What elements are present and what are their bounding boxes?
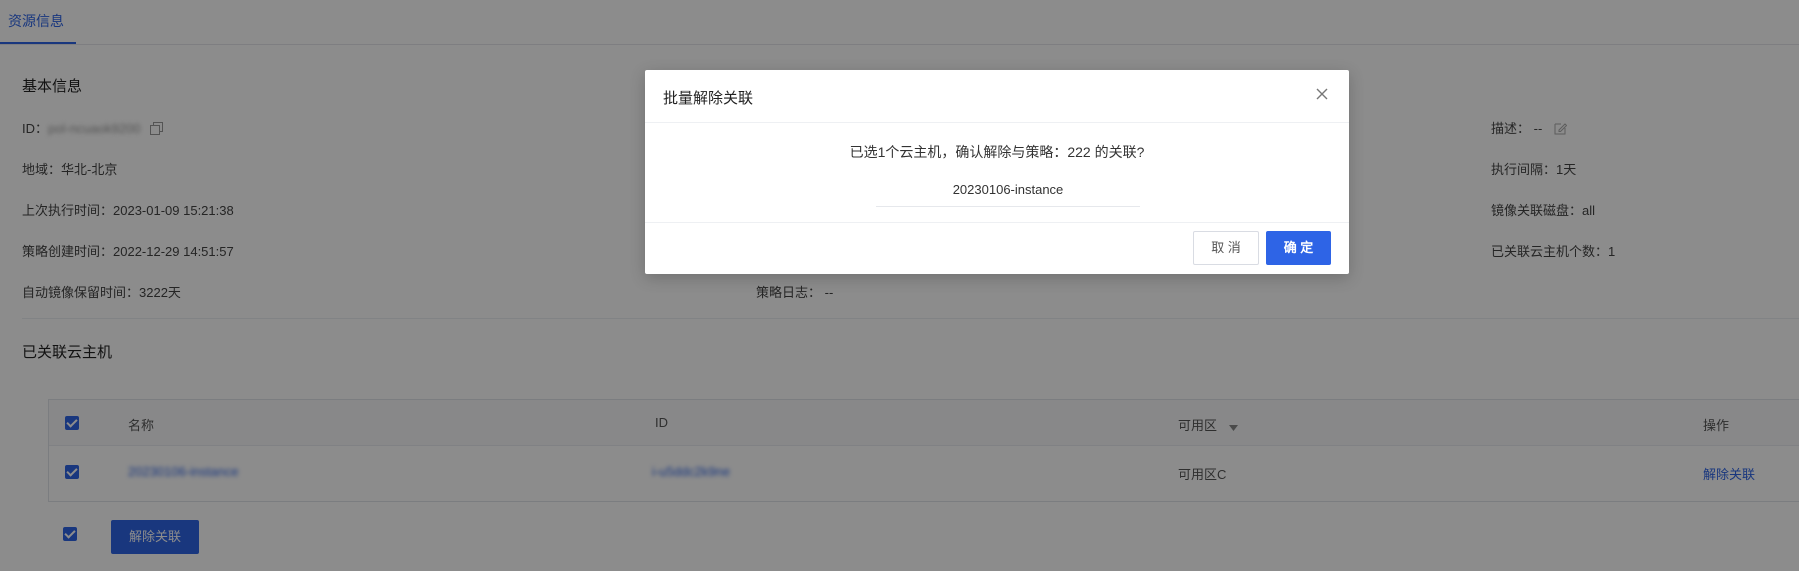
dialog-header: 批量解除关联 bbox=[645, 70, 1349, 123]
close-icon[interactable] bbox=[1311, 83, 1333, 105]
confirm-message: 已选1个云主机，确认解除与策略：222 的关联? bbox=[849, 144, 1145, 160]
dialog-body bbox=[645, 123, 1349, 223]
dialog-title: 批量解除关联 bbox=[663, 90, 754, 107]
cancel-button[interactable]: 取 消 bbox=[1193, 231, 1259, 265]
page-root: 资源信息 基本信息 ID：pol-ncuaok9200 地域：华北-北京 上次执… bbox=[0, 0, 1799, 571]
batch-unlink-dialog: 批量解除关联 已选1个云主机，确认解除与策略：222 的关联? 20230106… bbox=[645, 70, 1349, 274]
selected-instance-name: 20230106-instance bbox=[876, 182, 1140, 207]
confirm-button[interactable]: 确 定 bbox=[1266, 231, 1331, 265]
